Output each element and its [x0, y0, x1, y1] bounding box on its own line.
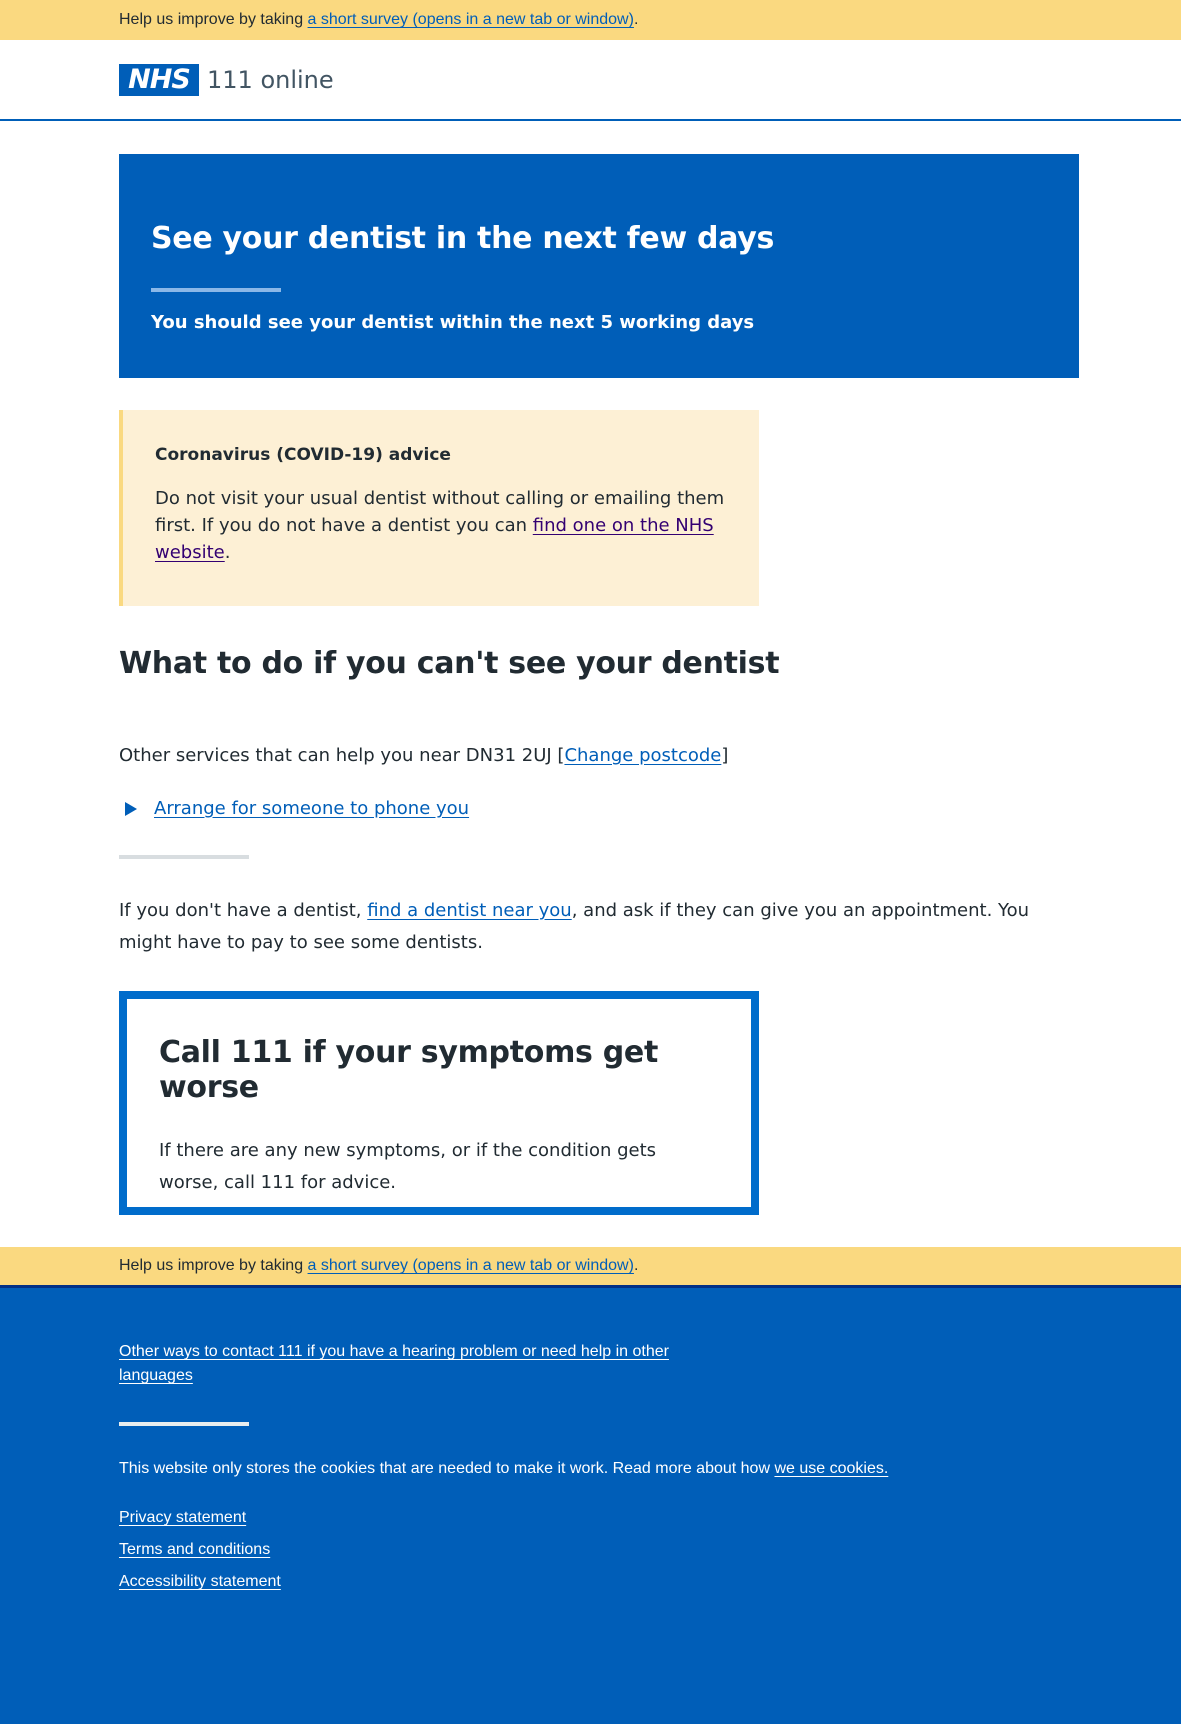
- survey-link[interactable]: a short survey (opens in a new tab or wi…: [308, 1257, 634, 1275]
- service-name[interactable]: 111 online: [207, 66, 334, 94]
- change-postcode-link[interactable]: Change postcode: [564, 745, 721, 766]
- phone-details-toggle[interactable]: Arrange for someone to phone you: [119, 798, 1062, 819]
- hero-subtitle: You should see your dentist within the n…: [151, 312, 755, 333]
- survey-banner-bottom: Help us improve by taking a short survey…: [0, 1247, 1181, 1288]
- find-dentist-text: If you don't have a dentist, find a dent…: [119, 900, 1030, 953]
- survey-text: Help us improve by taking: [119, 1257, 304, 1274]
- outcome-hero: See your dentist in the next few days Yo…: [119, 154, 1079, 378]
- section-divider: [119, 855, 249, 859]
- survey-banner-top: Help us improve by taking a short survey…: [0, 0, 1181, 40]
- survey-link[interactable]: a short survey (opens in a new tab or wi…: [308, 11, 634, 29]
- footer-item: Privacy statement: [119, 1505, 1062, 1537]
- covid-warning-callout: Coronavirus (COVID-19) advice Do not vis…: [119, 410, 759, 606]
- call-111-card: Call 111 if your symptoms get worse If t…: [119, 991, 759, 1215]
- bottom-wrapper: Help us improve by taking a short survey…: [0, 1247, 1181, 1724]
- page-title: See your dentist in the next few days: [151, 221, 775, 256]
- nhs-logo[interactable]: NHS: [119, 63, 199, 96]
- hero-divider: [151, 288, 281, 292]
- site-footer: Other ways to contact 111 if you have a …: [0, 1288, 1181, 1724]
- survey-suffix: .: [633, 1257, 639, 1274]
- find-dentist-link[interactable]: find a dentist near you: [367, 900, 571, 921]
- care-card-text: If there are any new symptoms, or if the…: [159, 1140, 657, 1193]
- site-header: NHS 111 online: [0, 40, 1181, 121]
- survey-suffix: .: [633, 11, 639, 28]
- warning-text: Do not visit your usual dentist without …: [155, 488, 725, 563]
- triangle-right-icon: [125, 801, 137, 816]
- privacy-statement-link[interactable]: Privacy statement: [119, 1509, 246, 1526]
- terms-conditions-link[interactable]: Terms and conditions: [119, 1541, 270, 1558]
- footer-links: Privacy statement Terms and conditions A…: [119, 1505, 1062, 1601]
- other-contact-link[interactable]: Other ways to contact 111 if you have a …: [119, 1340, 719, 1388]
- accessibility-statement-link[interactable]: Accessibility statement: [119, 1573, 281, 1590]
- care-card-title: Call 111 if your symptoms get worse: [159, 1035, 659, 1105]
- footer-item: Terms and conditions: [119, 1537, 1062, 1569]
- alternatives-heading: What to do if you can't see your dentist: [119, 646, 780, 681]
- footer-divider: [119, 1422, 249, 1426]
- arrange-phone-link[interactable]: Arrange for someone to phone you: [154, 798, 469, 819]
- cookie-text: This website only stores the cookies tha…: [119, 1460, 889, 1477]
- main-content: See your dentist in the next few days Yo…: [0, 121, 1181, 1215]
- warning-heading: Coronavirus (COVID-19) advice: [155, 445, 451, 465]
- footer-item: Accessibility statement: [119, 1569, 1062, 1601]
- cookies-link[interactable]: we use cookies.: [774, 1460, 888, 1477]
- survey-text: Help us improve by taking: [119, 11, 304, 28]
- services-near-text: Other services that can help you near DN…: [119, 745, 729, 766]
